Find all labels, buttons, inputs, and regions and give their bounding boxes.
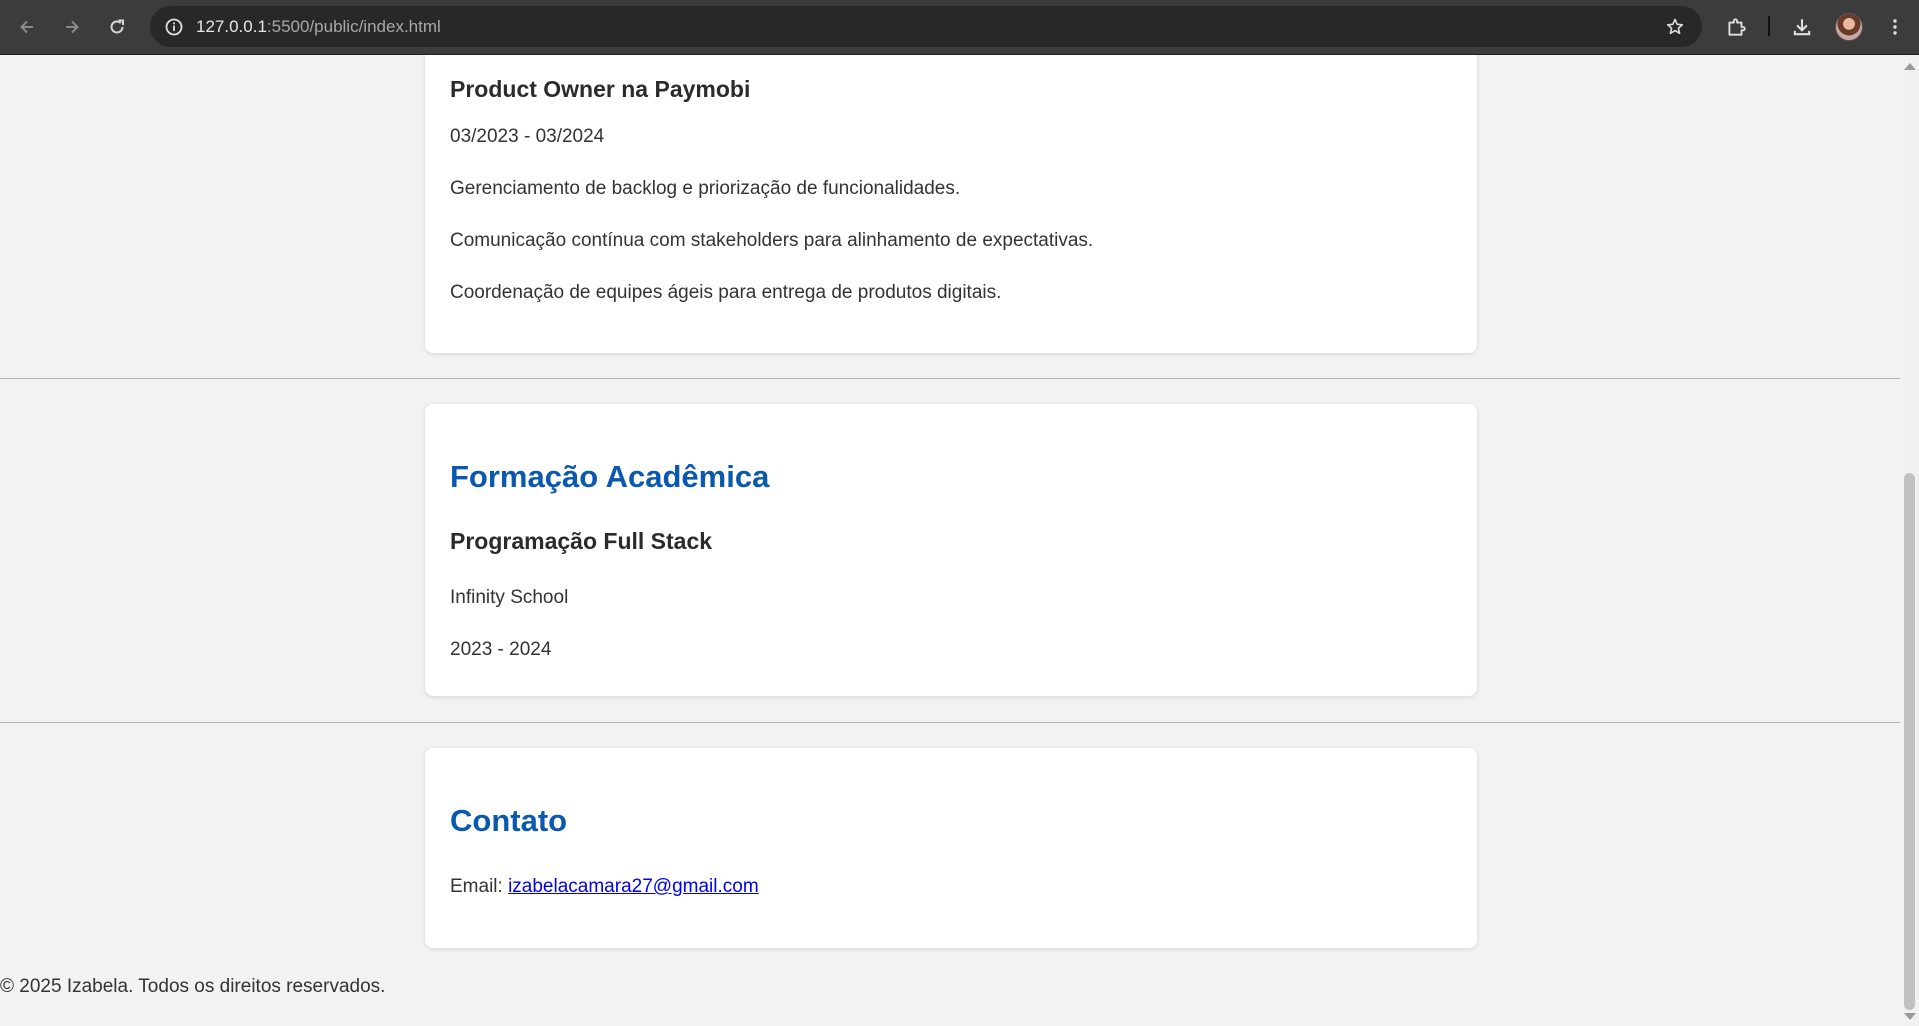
- site-info-button[interactable]: [160, 13, 188, 41]
- email-label: Email:: [450, 876, 509, 897]
- vertical-scrollbar[interactable]: [1900, 55, 1919, 1026]
- course-title: Programação Full Stack: [450, 528, 713, 554]
- job-item: Comunicação contínua com stakeholders pa…: [450, 230, 1094, 251]
- bookmark-star-icon: [1666, 18, 1684, 35]
- contact-card: Contato Email: izabelacamara27@gmail.com: [425, 748, 1477, 948]
- profile-avatar[interactable]: [1835, 13, 1863, 41]
- reload-button[interactable]: [102, 12, 132, 42]
- course-period: 2023 - 2024: [450, 639, 552, 660]
- scroll-down-arrow-icon[interactable]: [1904, 1013, 1916, 1020]
- back-button[interactable]: [12, 12, 42, 42]
- site-info-icon: [165, 18, 183, 36]
- section-divider: [0, 378, 1900, 379]
- browser-toolbar: 127.0.0.1:5500/public/index.html: [0, 0, 1919, 55]
- more-menu-button[interactable]: [1880, 12, 1910, 42]
- school-name: Infinity School: [450, 587, 569, 608]
- job-title: Product Owner na Paymobi: [450, 76, 751, 102]
- contact-email-line: Email: izabelacamara27@gmail.com: [450, 876, 759, 898]
- contact-heading: Contato: [450, 803, 568, 838]
- job-item: Gerenciamento de backlog e priorização d…: [450, 178, 961, 199]
- toolbar-separator: [1768, 16, 1770, 36]
- back-arrow-icon: [20, 20, 33, 34]
- job-period: 03/2023 - 03/2024: [450, 126, 605, 147]
- experience-card: Product Owner na Paymobi 03/2023 - 03/20…: [425, 55, 1477, 353]
- download-icon: [1793, 19, 1811, 36]
- url-text[interactable]: 127.0.0.1:5500/public/index.html: [196, 17, 441, 37]
- job-item: Coordenação de equipes ágeis para entreg…: [450, 282, 1002, 303]
- forward-button[interactable]: [57, 12, 87, 42]
- page-viewport: Product Owner na Paymobi 03/2023 - 03/20…: [0, 55, 1900, 1026]
- bookmark-button[interactable]: [1662, 14, 1688, 40]
- extensions-button[interactable]: [1721, 12, 1751, 42]
- reload-icon: [110, 19, 124, 34]
- footer-copyright: © 2025 Izabela. Todos os direitos reserv…: [0, 976, 386, 997]
- forward-arrow-icon: [66, 20, 79, 34]
- more-menu-icon: [1893, 19, 1897, 35]
- downloads-button[interactable]: [1787, 12, 1817, 42]
- education-heading: Formação Acadêmica: [450, 459, 770, 494]
- url-path: :5500/public/index.html: [266, 17, 441, 36]
- extensions-icon: [1728, 18, 1746, 36]
- address-bar[interactable]: 127.0.0.1:5500/public/index.html: [150, 6, 1702, 47]
- section-divider: [0, 722, 1900, 723]
- scroll-up-arrow-icon[interactable]: [1904, 63, 1916, 70]
- url-host: 127.0.0.1: [196, 17, 267, 36]
- email-link[interactable]: izabelacamara27@gmail.com: [508, 876, 759, 897]
- scrollbar-thumb[interactable]: [1904, 473, 1915, 1010]
- education-card: Formação Acadêmica Programação Full Stac…: [425, 404, 1477, 696]
